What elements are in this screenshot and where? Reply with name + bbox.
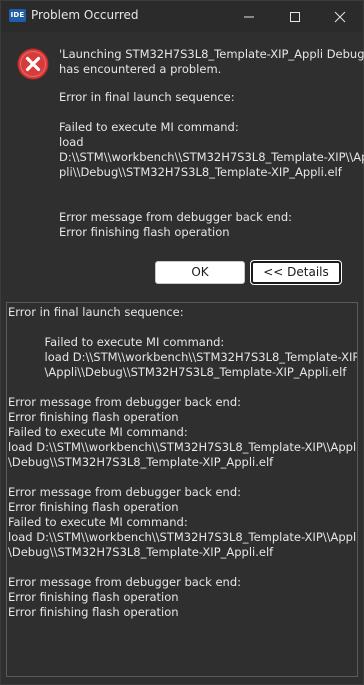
details-line: Error message from debugger back end: [8, 485, 241, 499]
message-line: has encountered a problem. [59, 62, 222, 76]
details-line: Error in final launch sequence: [8, 305, 184, 319]
window-title: Problem Occurred [31, 8, 139, 22]
details-line: Failed to execute MI command: [8, 425, 188, 439]
details-line: load D:\\STM\\workbench\\STM32H7S3L8_Tem… [8, 350, 358, 364]
details-line: Failed to execute MI command: [8, 335, 225, 349]
summary-line: Error finishing flash operation [59, 225, 230, 239]
summary-line: Failed to execute MI command: [59, 120, 239, 134]
details-line: Error finishing flash operation [8, 410, 179, 424]
minimize-button[interactable] [226, 1, 272, 32]
close-icon [334, 11, 346, 22]
title-bar[interactable]: IDE Problem Occurred [1, 1, 363, 32]
close-button[interactable] [317, 1, 363, 32]
details-line: \Appli\\Debug\\STM32H7S3L8_Template-XIP_… [8, 365, 347, 379]
error-icon [17, 48, 49, 80]
ide-app-icon: IDE [9, 9, 26, 22]
details-line: \Debug\\STM32H7S3L8_Template-XIP_Appli.e… [8, 455, 274, 469]
details-line: load D:\\STM\\workbench\\STM32H7S3L8_Tem… [8, 530, 358, 544]
details-list[interactable]: Error in final launch sequence: Failed t… [6, 302, 358, 677]
summary-line: Error message from debugger back end: [59, 210, 292, 224]
summary-line: pli\\Debug\\STM32H7S3L8_Template-XIP_App… [59, 165, 342, 179]
details-line: Error message from debugger back end: [8, 575, 241, 589]
details-line: load D:\\STM\\workbench\\STM32H7S3L8_Tem… [8, 440, 358, 454]
details-toggle-button[interactable]: << Details [250, 260, 342, 285]
minimize-icon [244, 16, 254, 17]
details-line: Error message from debugger back end: [8, 395, 241, 409]
ok-button[interactable]: OK [155, 261, 245, 284]
details-line: Error finishing flash operation [8, 500, 179, 514]
error-summary: Error in final launch sequence: Failed t… [59, 90, 364, 240]
maximize-button[interactable] [272, 1, 318, 32]
problem-message: 'Launching STM32H7S3L8_Template-XIP_Appl… [59, 47, 364, 77]
details-line: Failed to execute MI command: [8, 515, 188, 529]
summary-line: D:\\STM\\workbench\\STM32H7S3L8_Template… [59, 150, 364, 164]
summary-line: load [59, 135, 84, 149]
message-line: 'Launching STM32H7S3L8_Template-XIP_Appl… [59, 47, 364, 61]
details-line: Error finishing flash operation [8, 590, 179, 604]
summary-heading: Error in final launch sequence: [59, 90, 235, 104]
maximize-icon [290, 11, 300, 22]
problem-dialog: IDE Problem Occurred 'Launching STM32H7S… [0, 0, 364, 685]
details-line: \Debug\\STM32H7S3L8_Template-XIP_Appli.e… [8, 545, 274, 559]
details-line: Error finishing flash operation [8, 605, 179, 619]
